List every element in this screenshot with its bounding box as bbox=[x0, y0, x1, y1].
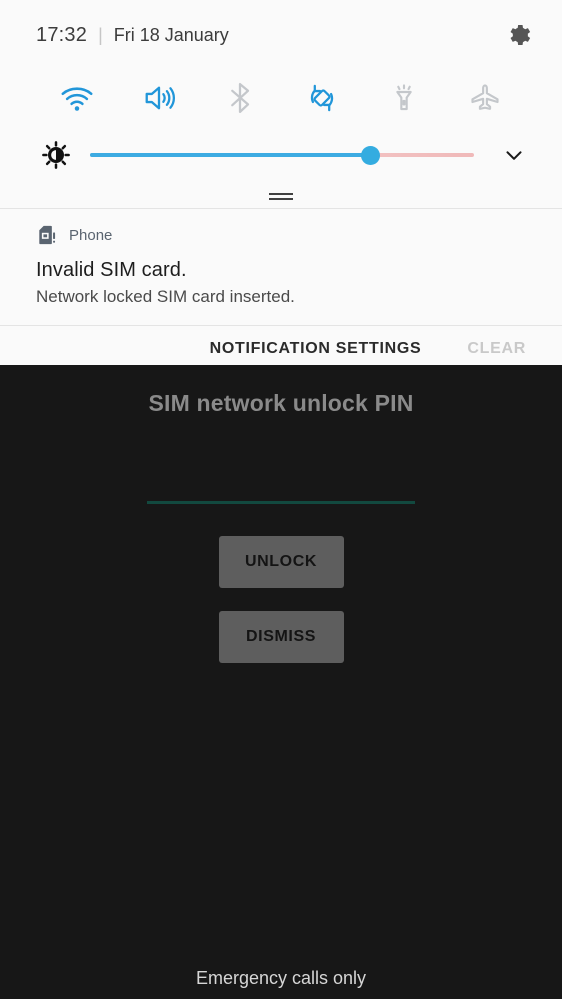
auto-rotate-icon bbox=[303, 82, 341, 114]
auto-brightness-button[interactable] bbox=[34, 140, 78, 170]
dismiss-button[interactable]: DISMISS bbox=[219, 611, 344, 663]
notification-shade: 17:32 | Fri 18 January bbox=[0, 0, 562, 365]
quick-toggle-bluetooth[interactable] bbox=[199, 70, 281, 126]
brightness-slider[interactable] bbox=[90, 140, 474, 170]
chevron-down-icon bbox=[501, 142, 527, 168]
notification-settings-button[interactable]: NOTIFICATION SETTINGS bbox=[210, 340, 422, 358]
phone-screen: 17:32 | Fri 18 January bbox=[0, 0, 562, 999]
notification-body: Network locked SIM card inserted. bbox=[36, 287, 526, 307]
status-bar: 17:32 | Fri 18 January bbox=[0, 0, 562, 70]
sim-dialog-title: SIM network unlock PIN bbox=[0, 390, 562, 417]
notification-header: Phone bbox=[36, 223, 526, 247]
shade-handle-row[interactable] bbox=[0, 184, 562, 208]
auto-brightness-icon bbox=[41, 140, 71, 170]
notification-item[interactable]: Phone Invalid SIM card. Network locked S… bbox=[0, 209, 562, 325]
emergency-status-text: Emergency calls only bbox=[0, 968, 562, 989]
sim-unlock-dialog: SIM network unlock PIN UNLOCK DISMISS Em… bbox=[0, 365, 562, 999]
quick-toggle-row bbox=[0, 70, 562, 126]
unlock-button[interactable]: UNLOCK bbox=[219, 536, 344, 588]
airplane-mode-icon bbox=[465, 82, 505, 114]
quick-toggle-auto-rotate[interactable] bbox=[281, 70, 363, 126]
pin-field-wrapper bbox=[147, 478, 415, 504]
quick-toggle-flashlight[interactable] bbox=[363, 70, 445, 126]
drag-handle[interactable] bbox=[269, 193, 293, 200]
brightness-row bbox=[0, 126, 562, 184]
settings-button[interactable] bbox=[498, 15, 538, 55]
wifi-icon bbox=[58, 83, 96, 113]
notification-title: Invalid SIM card. bbox=[36, 259, 526, 282]
quick-toggle-sound[interactable] bbox=[118, 70, 200, 126]
sim-dialog-buttons: UNLOCK DISMISS bbox=[0, 536, 562, 663]
date-label: Fri 18 January bbox=[114, 25, 229, 46]
sim-card-alert-icon bbox=[36, 224, 58, 246]
flashlight-icon bbox=[387, 82, 421, 114]
quick-toggle-airplane-mode[interactable] bbox=[444, 70, 526, 126]
clock: 17:32 bbox=[36, 24, 87, 47]
sound-icon bbox=[140, 83, 178, 113]
quick-toggle-wifi[interactable] bbox=[36, 70, 118, 126]
gear-icon bbox=[504, 21, 532, 49]
bluetooth-icon bbox=[223, 82, 257, 114]
sim-pin-input[interactable] bbox=[147, 478, 415, 504]
brightness-fill bbox=[90, 153, 370, 157]
clear-button[interactable]: CLEAR bbox=[467, 340, 526, 358]
brightness-thumb[interactable] bbox=[361, 146, 380, 165]
notification-app-name: Phone bbox=[69, 227, 112, 244]
expand-brightness-button[interactable] bbox=[492, 142, 536, 168]
clock-separator: | bbox=[98, 25, 103, 46]
